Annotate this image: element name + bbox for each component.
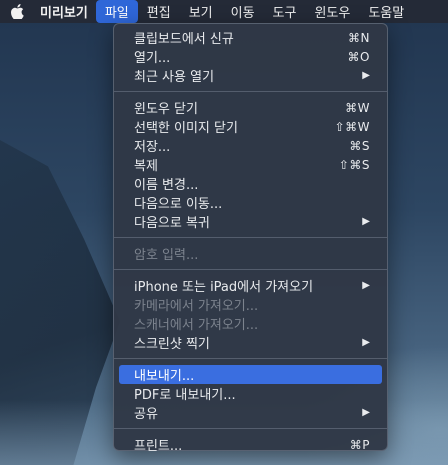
menu-item-label: PDF로 내보내기... <box>134 388 236 403</box>
apple-logo-glyph <box>10 4 24 19</box>
menu-separator <box>114 237 387 238</box>
menubar-item-tools[interactable]: 도구 <box>264 0 306 23</box>
menu-item-label: 공유 <box>134 407 158 422</box>
menu-item-shortcut: ⇧⌘W <box>334 119 370 134</box>
menu-item-label: 이름 변경... <box>134 178 199 193</box>
menu-item-label: 다음으로 복귀 <box>134 216 210 231</box>
menu-item-take-screenshot[interactable]: 스크린샷 찍기 ▶ <box>119 333 382 352</box>
apple-logo-icon[interactable] <box>0 0 34 23</box>
menubar-item-window[interactable]: 윈도우 <box>305 0 359 23</box>
menu-item-shortcut: ⌘O <box>347 49 370 64</box>
menu-item-label: 윈도우 닫기 <box>134 102 198 117</box>
menu-item-label: 내보내기... <box>134 369 195 384</box>
submenu-arrow-icon: ▶ <box>362 70 370 81</box>
menubar-item-help[interactable]: 도움말 <box>359 0 413 23</box>
menu-item-label: 다음으로 이동... <box>134 197 223 212</box>
menu-item-new-from-clipboard[interactable]: 클립보드에서 신규 ⌘N <box>119 28 382 48</box>
menu-item-close-window[interactable]: 윈도우 닫기 ⌘W <box>119 98 382 118</box>
menu-separator <box>114 91 387 92</box>
menu-item-label: 스크린샷 찍기 <box>134 337 210 352</box>
menu-item-revert-to[interactable]: 다음으로 복귀 ▶ <box>119 212 382 231</box>
menubar-item-file[interactable]: 파일 <box>95 0 138 23</box>
menu-item-label: 최근 사용 열기 <box>134 70 215 85</box>
menu-item-move-to[interactable]: 다음으로 이동... <box>119 193 382 212</box>
menu-item-label: 열기... <box>134 51 171 66</box>
menu-item-label: 선택한 이미지 닫기 <box>134 121 238 136</box>
menu-separator <box>114 269 387 270</box>
menu-item-enter-password: 암호 입력... <box>119 244 382 263</box>
menu-item-close-selected-images[interactable]: 선택한 이미지 닫기 ⇧⌘W <box>119 117 382 137</box>
menu-item-import-from-camera: 카메라에서 가져오기... <box>119 295 382 314</box>
menu-separator <box>114 428 387 429</box>
menu-item-import-from-iphone-ipad[interactable]: iPhone 또는 iPad에서 가져오기 ▶ <box>119 276 382 295</box>
menu-item-open[interactable]: 열기... ⌘O <box>119 47 382 67</box>
file-menu-dropdown: 클립보드에서 신규 ⌘N 열기... ⌘O 최근 사용 열기 ▶ 윈도우 닫기 … <box>113 23 388 455</box>
menubar-item-go[interactable]: 이동 <box>222 0 264 23</box>
menu-item-shortcut: ⌘S <box>349 138 370 153</box>
menu-item-export-as-pdf[interactable]: PDF로 내보내기... <box>119 384 382 403</box>
menu-item-save[interactable]: 저장... ⌘S <box>119 136 382 156</box>
menu-item-import-from-scanner: 스캐너에서 가져오기... <box>119 314 382 333</box>
submenu-arrow-icon: ▶ <box>362 337 370 348</box>
menu-item-label: 프린트... <box>134 439 183 454</box>
menu-item-open-recent[interactable]: 최근 사용 열기 ▶ <box>119 66 382 85</box>
menubar-item-view[interactable]: 보기 <box>180 0 222 23</box>
menubar-item-preview[interactable]: 미리보기 <box>34 0 96 23</box>
menu-item-shortcut: ⌘P <box>349 437 370 452</box>
menu-item-label: 카메라에서 가져오기... <box>134 299 259 314</box>
menu-item-label: iPhone 또는 iPad에서 가져오기 <box>134 280 314 295</box>
menu-item-label: 스캐너에서 가져오기... <box>134 318 259 333</box>
menu-separator <box>114 358 387 359</box>
menu-bar: 미리보기 파일 편집 보기 이동 도구 윈도우 도움말 <box>0 0 448 23</box>
menu-item-label: 저장... <box>134 140 171 155</box>
menu-item-label: 암호 입력... <box>134 248 199 263</box>
menu-item-rename[interactable]: 이름 변경... <box>119 174 382 193</box>
menu-item-label: 클립보드에서 신규 <box>134 32 234 47</box>
menu-item-print[interactable]: 프린트... ⌘P <box>119 435 382 455</box>
menu-item-share[interactable]: 공유 ▶ <box>119 403 382 422</box>
menu-item-duplicate[interactable]: 복제 ⇧⌘S <box>119 155 382 175</box>
submenu-arrow-icon: ▶ <box>362 407 370 418</box>
submenu-arrow-icon: ▶ <box>362 280 370 291</box>
menu-item-shortcut: ⇧⌘S <box>338 157 370 172</box>
menubar-item-edit[interactable]: 편집 <box>138 0 180 23</box>
menu-item-shortcut: ⌘N <box>348 30 370 45</box>
submenu-arrow-icon: ▶ <box>362 216 370 227</box>
menu-item-export[interactable]: 내보내기... <box>119 365 382 384</box>
menu-item-label: 복제 <box>134 159 158 174</box>
menu-item-shortcut: ⌘W <box>345 100 370 115</box>
